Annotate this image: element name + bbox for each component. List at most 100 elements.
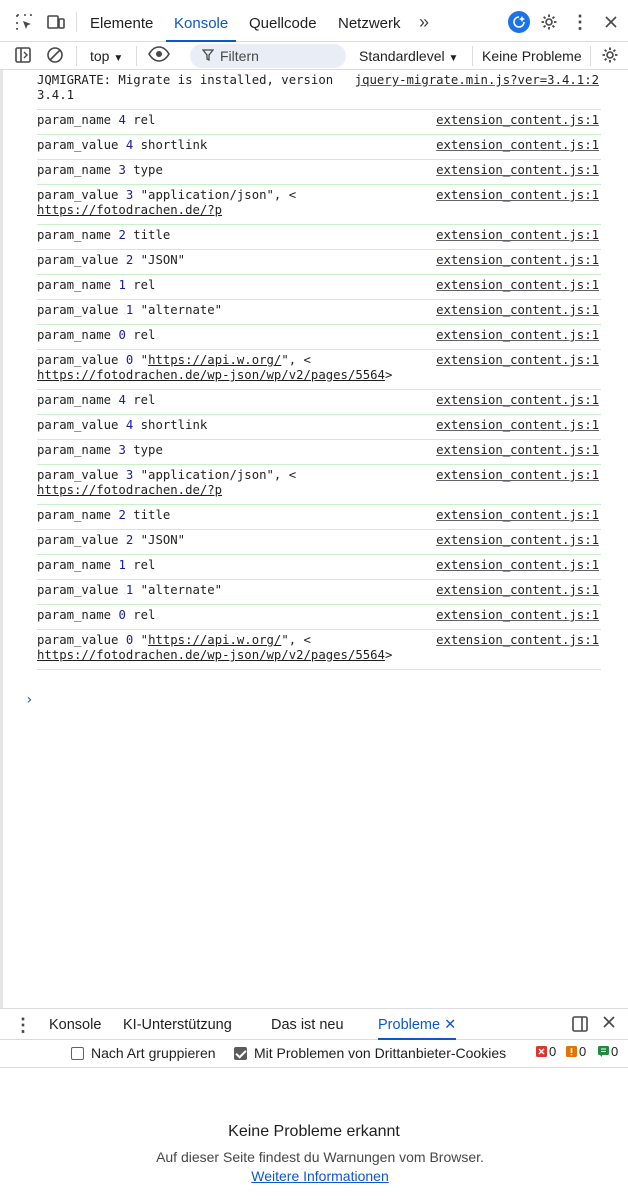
divider bbox=[76, 46, 77, 66]
context-select[interactable]: top ▼ bbox=[90, 46, 123, 69]
source-link[interactable]: extension_content.js:1 bbox=[436, 418, 599, 433]
info-count: 0 bbox=[611, 1044, 619, 1059]
source-link[interactable]: extension_content.js:1 bbox=[436, 163, 599, 178]
kebab-menu-icon[interactable]: ⋮ bbox=[570, 12, 590, 32]
source-link[interactable]: extension_content.js:1 bbox=[436, 113, 599, 128]
source-link[interactable]: extension_content.js:1 bbox=[436, 228, 599, 243]
source-link[interactable]: extension_content.js:1 bbox=[436, 608, 599, 623]
console-message-row: param_value 1 "alternate" extension_conte… bbox=[37, 580, 601, 605]
console-message-row: param_value 3 "application/json", < http… bbox=[37, 465, 601, 505]
tab-network[interactable]: Netzwerk bbox=[338, 0, 401, 42]
empty-state-message: Auf dieser Seite findest du Warnungen vo… bbox=[156, 1149, 484, 1165]
drawer-tab-bar: ⋮ Konsole KI-Unterstützung Das ist neu P… bbox=[0, 1008, 628, 1040]
console-message-text: param_value 2 "JSON" bbox=[37, 533, 186, 547]
third-party-cookies-label: Mit Problemen von Drittanbieter-Cookies bbox=[254, 1045, 507, 1061]
divider bbox=[472, 46, 473, 66]
console-message-text: param_value 2 "JSON" bbox=[37, 253, 186, 267]
console-message-text: param_value 0 "https://api.w.org/", < ht… bbox=[37, 353, 393, 382]
close-icon[interactable] bbox=[601, 12, 621, 32]
console-message-row: param_name 3 type extension_content.js:1 bbox=[37, 440, 601, 465]
more-tabs-icon[interactable]: » bbox=[414, 12, 434, 32]
group-by-kind-label: Nach Art gruppieren bbox=[91, 1045, 216, 1061]
console-message-text: param_name 3 type bbox=[37, 163, 163, 177]
context-label: top bbox=[90, 48, 110, 64]
ai-assistant-icon[interactable] bbox=[508, 11, 530, 33]
error-count: 0 bbox=[549, 1044, 557, 1059]
drawer-menu-icon[interactable]: ⋮ bbox=[14, 1015, 32, 1036]
clear-console-icon[interactable] bbox=[46, 46, 64, 67]
console-prompt-chevron-icon[interactable]: › bbox=[25, 692, 33, 708]
drawer-tab-console[interactable]: Konsole bbox=[49, 1009, 101, 1040]
console-message-text: param_value 1 "alternate" bbox=[37, 303, 223, 317]
source-link[interactable]: extension_content.js:1 bbox=[436, 633, 599, 648]
drawer-tab-whats-new[interactable]: Das ist neu bbox=[271, 1009, 344, 1040]
console-settings-gear-icon[interactable] bbox=[601, 46, 619, 67]
drawer-tab-issues[interactable]: Probleme ✕ bbox=[378, 1009, 457, 1040]
source-link[interactable]: extension_content.js:1 bbox=[436, 533, 599, 548]
console-message-text: param_name 2 title bbox=[37, 508, 171, 522]
source-link[interactable]: extension_content.js:1 bbox=[436, 443, 599, 458]
source-link[interactable]: extension_content.js:1 bbox=[436, 303, 599, 318]
settings-gear-icon[interactable] bbox=[539, 12, 559, 32]
filter-funnel-icon bbox=[201, 48, 215, 64]
source-link[interactable]: jquery-migrate.min.js?ver=3.4.1:2 bbox=[355, 73, 599, 88]
close-drawer-icon[interactable] bbox=[602, 1015, 616, 1032]
group-by-kind-checkbox[interactable] bbox=[71, 1047, 84, 1060]
console-message-row: param_value 3 "application/json", < http… bbox=[37, 185, 601, 225]
console-message-text: param_name 0 rel bbox=[37, 608, 156, 622]
console-message-row: param_name 0 rel extension_content.js:1 bbox=[37, 325, 601, 350]
empty-state-title: Keine Probleme erkannt bbox=[228, 1123, 400, 1140]
log-level-select[interactable]: Standardlevel ▼ bbox=[359, 46, 458, 69]
console-message-text: param_value 1 "alternate" bbox=[37, 583, 223, 597]
source-link[interactable]: extension_content.js:1 bbox=[436, 188, 599, 203]
console-log: JQMIGRATE: Migrate is installed, version… bbox=[0, 70, 628, 1008]
console-message-row: param_name 4 rel extension_content.js:1 bbox=[37, 110, 601, 135]
third-party-cookies-checkbox[interactable] bbox=[234, 1047, 247, 1060]
console-message-row: param_name 2 title extension_content.js:1 bbox=[37, 505, 601, 530]
issues-empty-state: Keine Probleme erkannt Auf dieser Seite … bbox=[0, 1068, 628, 1200]
issues-counter-button[interactable]: Keine Probleme bbox=[482, 46, 582, 66]
console-message-text: param_name 0 rel bbox=[37, 328, 156, 342]
source-link[interactable]: extension_content.js:1 bbox=[436, 508, 599, 523]
source-link[interactable]: extension_content.js:1 bbox=[436, 328, 599, 343]
tab-sources[interactable]: Quellcode bbox=[249, 0, 317, 42]
console-message-row: param_value 1 "alternate" extension_conte… bbox=[37, 300, 601, 325]
divider bbox=[590, 46, 591, 66]
console-message-text: param_name 1 rel bbox=[37, 278, 156, 292]
console-message-text: param_value 0 "https://api.w.org/", < ht… bbox=[37, 633, 393, 662]
sidebar-toggle-icon[interactable] bbox=[14, 46, 32, 67]
source-link[interactable]: extension_content.js:1 bbox=[436, 138, 599, 153]
console-message-text: param_name 3 type bbox=[37, 443, 163, 457]
source-link[interactable]: extension_content.js:1 bbox=[436, 558, 599, 573]
source-link[interactable]: extension_content.js:1 bbox=[436, 393, 599, 408]
device-toolbar-icon[interactable] bbox=[46, 12, 66, 32]
console-message-row: param_name 2 title extension_content.js:1 bbox=[37, 225, 601, 250]
source-link[interactable]: extension_content.js:1 bbox=[436, 353, 599, 368]
info-count-badge: 0 bbox=[598, 1044, 618, 1059]
source-link[interactable]: extension_content.js:1 bbox=[436, 278, 599, 293]
console-message-text: param_value 3 "application/json", < http… bbox=[37, 468, 297, 497]
live-expression-eye-icon[interactable] bbox=[148, 46, 172, 65]
drawer-tab-ai-assistance[interactable]: KI-Unterstützung bbox=[123, 1009, 232, 1040]
console-message-text: param_name 4 rel bbox=[37, 113, 156, 127]
console-message-text: param_name 4 rel bbox=[37, 393, 156, 407]
dock-side-icon[interactable] bbox=[571, 1015, 589, 1036]
tab-elements[interactable]: Elemente bbox=[90, 0, 153, 42]
filter-input[interactable]: Filtern bbox=[190, 44, 346, 68]
console-toolbar: top ▼ Filtern Standardlevel ▼ Keine Prob… bbox=[0, 42, 628, 70]
console-message-row: param_value 2 "JSON" extension_content.js… bbox=[37, 530, 601, 555]
source-link[interactable]: extension_content.js:1 bbox=[436, 583, 599, 598]
warning-count-badge: 0 bbox=[566, 1044, 586, 1059]
console-message-row: param_value 4 shortlink extension_content… bbox=[37, 415, 601, 440]
devtools-tab-bar: Elemente Konsole Quellcode Netzwerk » ⋮ bbox=[0, 0, 628, 42]
console-message-row: param_value 0 "https://api.w.org/", < ht… bbox=[37, 350, 601, 390]
source-link[interactable]: extension_content.js:1 bbox=[436, 253, 599, 268]
close-tab-icon[interactable]: ✕ bbox=[444, 1017, 456, 1033]
inspect-element-icon[interactable] bbox=[14, 12, 34, 32]
console-message-text: param_value 4 shortlink bbox=[37, 418, 208, 432]
tab-console[interactable]: Konsole bbox=[166, 0, 237, 42]
info-message-icon bbox=[598, 1046, 609, 1057]
source-link[interactable]: extension_content.js:1 bbox=[436, 468, 599, 483]
empty-state-text: Auf dieser Seite findest du Warnungen vo… bbox=[150, 1148, 490, 1186]
more-info-link[interactable]: Weitere Informationen bbox=[251, 1168, 388, 1184]
